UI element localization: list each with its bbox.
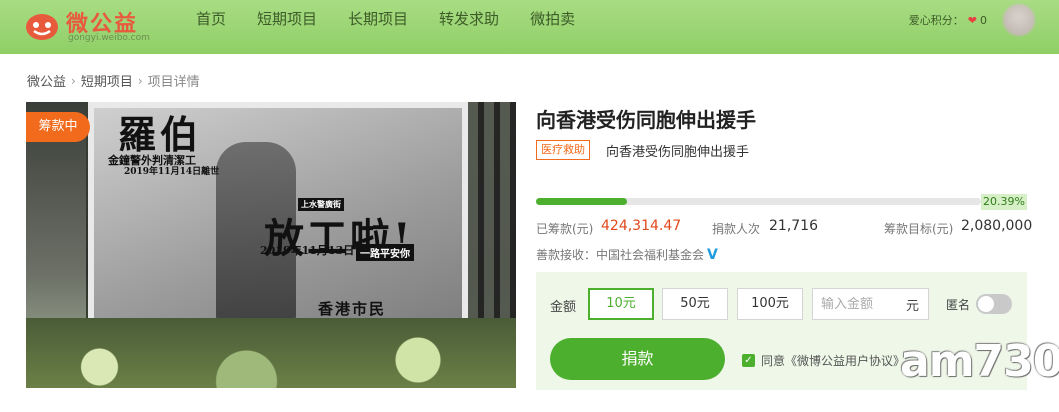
sign-text: 2019年11月14日離世 <box>124 167 220 177</box>
custom-amount-field[interactable]: 元 <box>812 288 929 320</box>
avatar[interactable] <box>1003 4 1035 36</box>
top-header: 微公益 gongyi.weibo.com 首页 短期项目 长期项目 转发求助 微… <box>0 0 1059 54</box>
progress-bar <box>536 198 981 205</box>
watermark-logo: am730 <box>900 336 1059 387</box>
anonymous-toggle[interactable] <box>976 294 1012 314</box>
amount-label: 金额 <box>550 300 577 315</box>
nav-auction[interactable]: 微拍卖 <box>530 0 575 54</box>
goal-label: 筹款目标(元) <box>884 222 954 236</box>
agreement-row: ✓ 同意《微博公益用户协议》 <box>742 352 905 369</box>
project-title: 向香港受伤同胞伸出援手 <box>536 108 756 132</box>
sign-text: 一路平安你 <box>356 244 414 261</box>
status-badge: 筹款中 <box>26 112 90 142</box>
verified-icon: V <box>707 246 718 263</box>
amount-option-100[interactable]: 100元 <box>737 288 803 320</box>
photo-flowers <box>26 318 516 388</box>
donors-value: 21,716 <box>769 218 818 234</box>
breadcrumb-current: 项目详情 <box>147 75 200 90</box>
breadcrumb-home[interactable]: 微公益 <box>27 71 66 90</box>
breadcrumb: 微公益 › 短期项目 › 项目详情 <box>27 71 200 91</box>
progress-fill <box>536 198 627 205</box>
heart-icon: ❤ <box>967 13 977 27</box>
sign-text: 香港市民 <box>318 300 387 318</box>
points-value: 0 <box>980 13 987 27</box>
amount-option-50[interactable]: 50元 <box>662 288 728 320</box>
custom-amount-input[interactable] <box>821 296 906 312</box>
project-summary: 向香港受伤同胞伸出援手 <box>606 145 750 160</box>
raised-value: 424,314.47 <box>601 218 682 234</box>
receiver-text: 善款接收：中国社会福利基金会 <box>536 248 705 262</box>
amount-option-10[interactable]: 10元 <box>588 288 654 320</box>
main-nav: 首页 短期项目 长期项目 转发求助 微拍卖 <box>196 0 606 54</box>
project-photo: 羅伯 金鐘警外判清潔工 2019年11月14日離世 上水警廣街 放工啦! 201… <box>26 102 516 388</box>
donate-button[interactable]: 捐款 <box>550 338 725 380</box>
chevron-right-icon: › <box>71 73 76 88</box>
toggle-knob <box>978 296 994 312</box>
donors-label: 捐款人次 <box>712 222 761 236</box>
logo-subtitle: gongyi.weibo.com <box>68 33 150 43</box>
nav-help-forward[interactable]: 转发求助 <box>439 0 499 54</box>
nav-home[interactable]: 首页 <box>196 0 226 54</box>
user-area: 爱心积分： ❤ 0 <box>909 0 1035 40</box>
logo-smile-icon <box>26 14 58 40</box>
category-tag[interactable]: 医疗救助 <box>536 140 590 160</box>
receiver-info: 善款接收：中国社会福利基金会 V <box>536 246 718 263</box>
nav-short-term[interactable]: 短期项目 <box>257 0 317 54</box>
raised-label: 已筹款(元) <box>536 222 594 236</box>
chevron-right-icon: › <box>137 73 143 88</box>
points-label: 爱心积分： <box>908 14 964 27</box>
custom-amount-unit: 元 <box>906 298 920 314</box>
anonymous-label: 匿名 <box>946 298 971 312</box>
am730-watermark: am730 <box>900 336 1059 396</box>
sign-text: 羅伯 <box>118 112 203 157</box>
weibo-gongyi-logo[interactable]: 微公益 gongyi.weibo.com <box>24 4 184 50</box>
progress-percent: 20.39% <box>981 194 1027 210</box>
breadcrumb-short-term[interactable]: 短期项目 <box>81 71 133 90</box>
agreement-link[interactable]: 同意《微博公益用户协议》 <box>761 352 905 369</box>
goal-value: 2,080,000 <box>961 218 1033 234</box>
nav-long-term[interactable]: 长期项目 <box>348 0 408 54</box>
agreement-checkbox[interactable]: ✓ <box>742 354 755 367</box>
